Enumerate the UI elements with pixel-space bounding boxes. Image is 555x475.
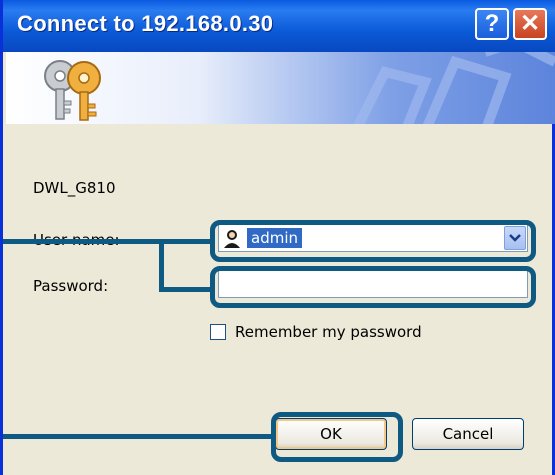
ok-highlight bbox=[271, 412, 403, 462]
server-name: DWL_G810 bbox=[33, 179, 116, 197]
remember-password-checkbox[interactable] bbox=[210, 324, 226, 340]
ok-callout-line bbox=[3, 434, 271, 439]
close-button[interactable]: ✕ bbox=[513, 8, 547, 40]
cancel-button[interactable]: Cancel bbox=[412, 418, 524, 450]
password-label: Password: bbox=[33, 277, 109, 295]
banner bbox=[6, 52, 555, 124]
password-callout-connector bbox=[159, 239, 164, 291]
window-title: Connect to 192.168.0.30 bbox=[17, 11, 274, 36]
help-button[interactable]: ? bbox=[475, 8, 509, 40]
password-callout-line bbox=[159, 287, 210, 292]
password-highlight bbox=[210, 266, 536, 308]
username-highlight bbox=[210, 220, 536, 262]
remember-password-label[interactable]: Remember my password bbox=[235, 323, 422, 341]
title-bar[interactable]: Connect to 192.168.0.30 ? ✕ bbox=[3, 0, 555, 52]
keys-icon bbox=[44, 60, 101, 121]
username-callout-line bbox=[3, 239, 210, 244]
login-dialog: Connect to 192.168.0.30 ? ✕ DWL_G810 adm… bbox=[0, 0, 555, 475]
banner-decoration bbox=[353, 52, 555, 124]
